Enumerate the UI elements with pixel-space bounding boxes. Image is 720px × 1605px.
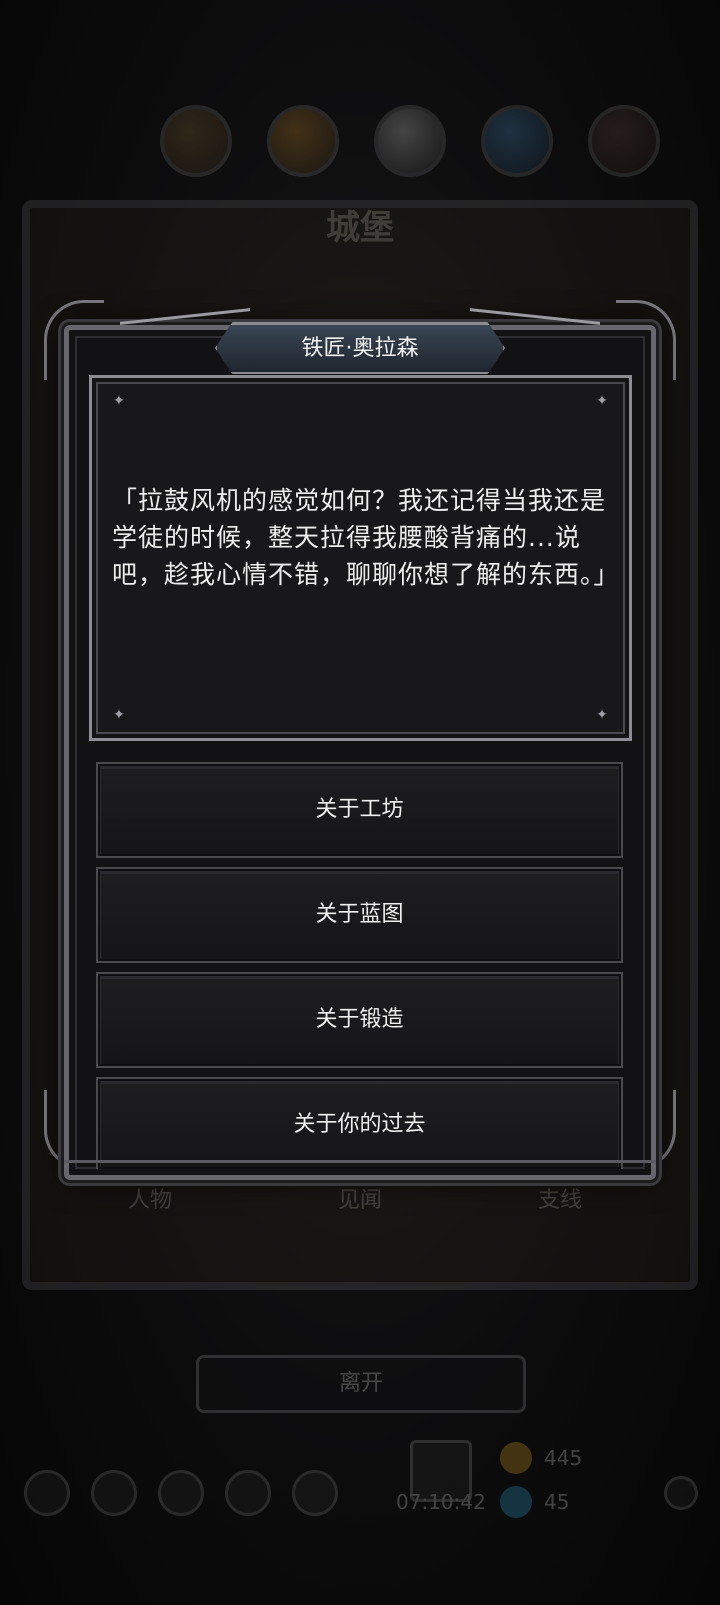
gem-value: 45 <box>544 1490 570 1514</box>
sparkle-icon: ✦ <box>113 393 125 409</box>
game-screen: 城堡 人物 见闻 支线 离开 07:10:42 445 45 铁匠·奥拉森 ✦ … <box>0 0 720 1605</box>
top-stat-icons <box>160 105 680 185</box>
gold-coin-icon <box>500 1442 532 1474</box>
stat-icon-2 <box>267 105 339 177</box>
blue-gem-icon <box>500 1486 532 1518</box>
option-past-button[interactable]: 关于你的过去 <box>96 1077 623 1169</box>
stat-icon-5 <box>588 105 660 177</box>
menu-icon-2 <box>91 1470 137 1516</box>
gold-value: 445 <box>544 1446 583 1470</box>
speech-panel: ✦ ✦ ✦ ✦ 「拉鼓风机的感觉如何？我还记得当我还是学徒的时候，整天拉得我腰酸… <box>89 375 632 741</box>
option-forging-button[interactable]: 关于锻造 <box>96 972 623 1068</box>
menu-icon-4 <box>225 1470 271 1516</box>
speech-text: 「拉鼓风机的感觉如何？我还记得当我还是学徒的时候，整天拉得我腰酸背痛的...说吧… <box>112 486 620 589</box>
gift-timer: 07:10:42 <box>396 1490 486 1514</box>
gem-resource: 45 <box>500 1484 680 1520</box>
sparkle-icon: ✦ <box>113 707 125 723</box>
sparkle-icon: ✦ <box>596 707 608 723</box>
gold-resource: 445 <box>500 1440 680 1476</box>
tab-sidequests: 支线 <box>537 1188 582 1213</box>
stat-icon-1 <box>160 105 232 177</box>
dialog-bottom-edge <box>64 1160 656 1180</box>
dialog-options: 关于工坊 关于蓝图 关于锻造 关于你的过去 <box>96 762 623 1178</box>
castle-tabs: 人物 见闻 支线 <box>60 1182 660 1222</box>
castle-title: 城堡 <box>326 208 394 248</box>
leave-button: 离开 <box>196 1355 526 1413</box>
sparkle-icon: ✦ <box>596 393 608 409</box>
tab-news: 见闻 <box>337 1188 382 1213</box>
speaker-name: 铁匠·奥拉森 <box>215 322 505 374</box>
stat-icon-3 <box>374 105 446 177</box>
bottom-bar: 07:10:42 445 45 <box>0 1440 720 1600</box>
tab-characters: 人物 <box>127 1188 172 1213</box>
option-blueprint-button[interactable]: 关于蓝图 <box>96 867 623 963</box>
menu-icon-1 <box>24 1470 70 1516</box>
menu-icon-3 <box>158 1470 204 1516</box>
add-icon <box>664 1476 698 1510</box>
menu-icon-5 <box>292 1470 338 1516</box>
option-workshop-button[interactable]: 关于工坊 <box>96 762 623 858</box>
stat-icon-4 <box>481 105 553 177</box>
